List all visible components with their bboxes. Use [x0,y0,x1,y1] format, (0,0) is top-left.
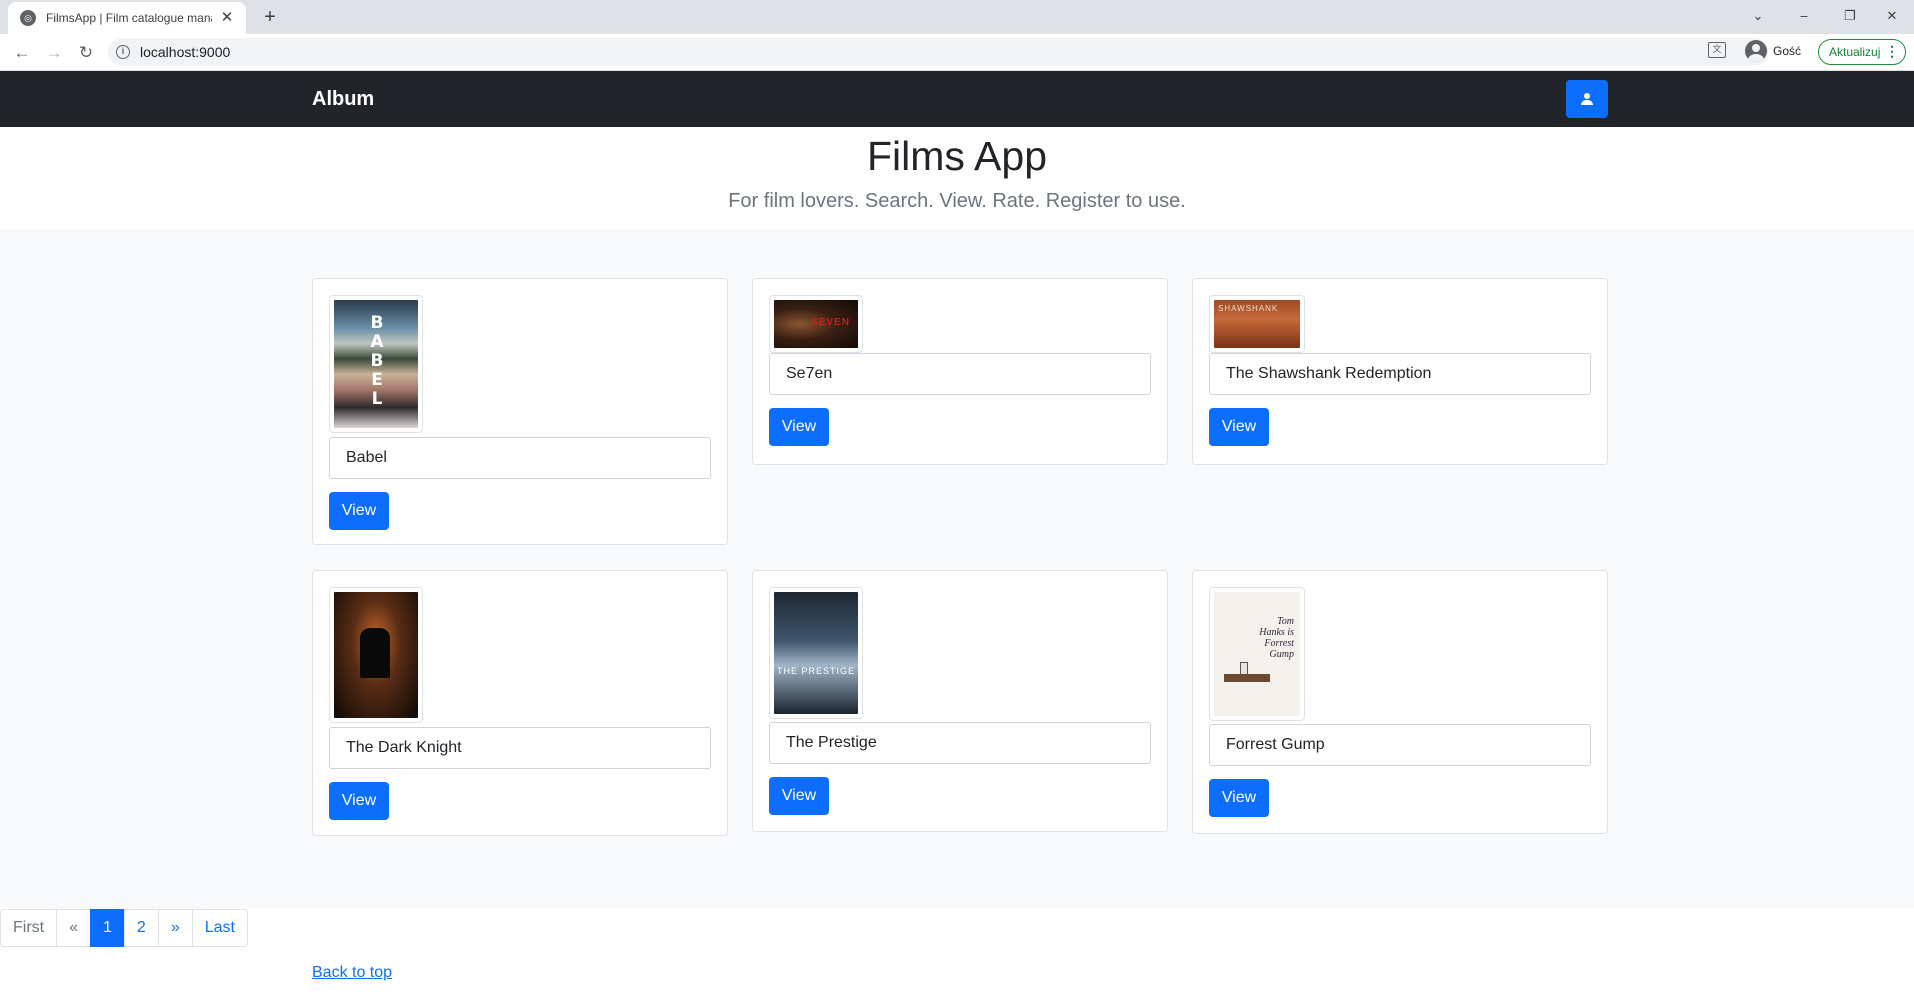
film-card: Tom Hanks is Forrest Gump Forrest Gump V… [1192,570,1608,834]
film-poster-image: BABEL [334,300,418,428]
user-menu-button[interactable] [1566,80,1608,118]
film-card: BABEL Babel View [312,278,728,545]
menu-dots-icon[interactable]: ⋮ [1885,43,1899,60]
film-card: THE PRESTIGE The Prestige View [752,570,1168,832]
poster-bench [1224,674,1270,682]
film-poster-image: SEVEN [774,300,858,348]
film-title-field: The Dark Knight [329,727,711,769]
poster-thumbnail: THE PRESTIGE [769,587,863,719]
web-page: Album Films App For film lovers. Search.… [0,71,1914,998]
url-text[interactable]: localhost:9000 [140,44,230,60]
profile-avatar-icon [1745,40,1767,62]
browser-tab[interactable]: ◎ FilmsApp | Film catalogue manag ✕ [8,2,246,34]
poster-thumbnail [329,587,423,723]
view-button[interactable]: View [769,408,829,446]
profile-button[interactable]: Gość [1745,40,1801,62]
translate-icon[interactable]: 文 [1708,42,1726,58]
film-title-field: Se7en [769,353,1151,395]
page-2[interactable]: 2 [123,909,159,947]
page-title: Films App [867,133,1047,179]
hero-lead: For film lovers. Search. View. Rate. Reg… [728,190,1186,212]
poster-thumbnail: SHAWSHANK [1209,295,1305,353]
page-last[interactable]: Last [191,909,248,947]
film-poster-image: Tom Hanks is Forrest Gump [1214,592,1300,716]
film-poster-image: THE PRESTIGE [774,592,858,714]
page-1[interactable]: 1 [90,909,125,947]
back-arrow-icon[interactable]: ← [8,39,36,67]
poster-title-text: SEVEN [811,317,850,328]
reload-icon[interactable]: ↻ [72,39,100,67]
navbar-brand[interactable]: Album [312,88,374,111]
update-button[interactable]: Aktualizuj ⋮ [1818,39,1906,65]
film-title-field: The Shawshank Redemption [1209,353,1591,395]
film-card: SEVEN Se7en View [752,278,1168,465]
browser-toolbar: ← → ↻ i localhost:9000 文 Gość Aktualizuj… [0,34,1914,71]
view-button[interactable]: View [769,777,829,815]
poster-title-text: BABEL [370,313,384,409]
film-card: SHAWSHANK The Shawshank Redemption View [1192,278,1608,465]
tab-close-icon[interactable]: ✕ [218,9,236,27]
view-button[interactable]: View [329,782,389,820]
film-title-field: Forrest Gump [1209,724,1591,766]
poster-title-text: Tom Hanks is Forrest Gump [1259,616,1294,660]
film-poster-image [334,592,418,718]
update-label: Aktualizuj [1829,45,1881,59]
back-to-top-link[interactable]: Back to top [312,964,392,982]
view-button[interactable]: View [1209,779,1269,817]
globe-icon: ◎ [20,10,36,26]
page-prev[interactable]: « [56,909,92,947]
user-icon [1581,93,1593,105]
forward-arrow-icon[interactable]: → [40,39,68,67]
tab-search-icon[interactable]: ⌄ [1736,2,1780,30]
address-bar[interactable]: i localhost:9000 [108,38,1768,66]
profile-name: Gość [1773,44,1802,58]
view-button[interactable]: View [329,492,389,530]
poster-figure [360,628,390,678]
tab-title: FilmsApp | Film catalogue manag [46,11,212,25]
new-tab-button[interactable]: + [258,5,282,29]
pagination: First « 1 2 » Last [0,909,248,947]
film-card: The Dark Knight View [312,570,728,836]
view-button[interactable]: View [1209,408,1269,446]
browser-tabstrip: ◎ FilmsApp | Film catalogue manag ✕ + ⌄ … [0,0,1914,34]
info-icon[interactable]: i [116,45,130,59]
poster-title-text: THE PRESTIGE [776,666,855,676]
restore-button[interactable]: ❐ [1828,2,1872,30]
page-first[interactable]: First [0,909,58,947]
film-album: BABEL Babel View SEVEN Se7en View SHAWSH… [0,229,1914,908]
close-window-button[interactable]: ✕ [1870,2,1914,30]
film-poster-image: SHAWSHANK [1214,300,1300,348]
poster-thumbnail: BABEL [329,295,423,433]
minimize-button[interactable]: – [1782,2,1826,30]
film-title-field: Babel [329,437,711,479]
hero-section: Films App For film lovers. Search. View.… [0,127,1914,229]
page-next[interactable]: » [157,909,193,947]
navbar: Album [0,71,1914,127]
poster-title-text: SHAWSHANK [1218,304,1279,313]
poster-thumbnail: SEVEN [769,295,863,353]
poster-thumbnail: Tom Hanks is Forrest Gump [1209,587,1305,721]
film-title-field: The Prestige [769,722,1151,764]
